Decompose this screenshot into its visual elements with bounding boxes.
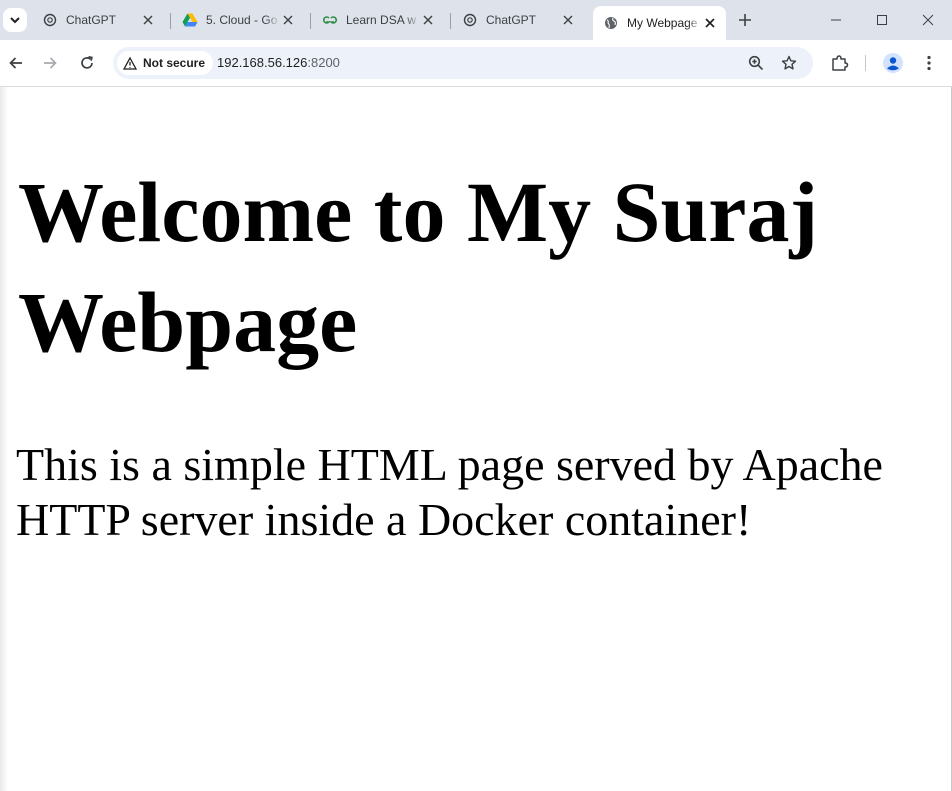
profile-button[interactable] [881,51,905,75]
toolbar-divider [865,55,866,71]
star-icon [781,55,797,70]
close-icon[interactable] [420,12,436,28]
extensions-button[interactable] [828,51,852,75]
bookmark-button[interactable] [779,53,799,73]
tab-title: Learn DSA w [346,13,417,27]
geeksforgeeks-icon [322,12,338,28]
page-content: Welcome to My Suraj Webpage This is a si… [0,87,952,791]
tab-title: 5. Cloud - Go [206,13,278,27]
chatgpt-icon [42,12,58,28]
tab-search-button[interactable] [3,8,27,32]
tab-learn-dsa[interactable]: Learn DSA w [312,6,444,34]
tab-strip: ChatGPT 5. Cloud - Go Learn DSA w ChatGP… [0,0,952,40]
maximize-icon [877,15,887,25]
reload-icon [81,55,93,69]
chevron-down-icon [10,17,20,24]
menu-button[interactable] [917,51,941,75]
tab-my-webpage[interactable]: My Webpage [593,6,726,40]
close-icon[interactable] [140,12,156,28]
close-icon[interactable] [280,12,296,28]
more-vertical-icon [927,55,931,71]
tab-title: ChatGPT [486,13,537,27]
close-icon [922,14,934,26]
arrow-left-icon [9,57,22,69]
page-paragraph: This is a simple HTML page served by Apa… [16,439,883,545]
url-host: 192.168.56.126 [217,55,308,70]
puzzle-icon [832,55,849,71]
url-port: :8200 [307,55,340,70]
tab-separator [310,13,311,29]
maximize-button[interactable] [859,0,905,40]
chatgpt-icon [462,12,478,28]
arrow-right-icon [44,57,57,69]
google-drive-icon [182,12,198,28]
tab-title: My Webpage [627,16,698,30]
address-bar[interactable]: Not secure 192.168.56.126:8200 [113,47,813,79]
window-edge-shadow [0,87,8,791]
warning-icon [123,56,137,70]
zoom-button[interactable] [746,53,766,73]
page-heading: Welcome to My Suraj Webpage [18,164,819,370]
minimize-icon [831,19,841,21]
tab-title: ChatGPT [66,13,117,27]
reload-button[interactable] [75,51,99,75]
close-window-button[interactable] [905,0,951,40]
security-indicator[interactable]: Not secure [117,51,214,75]
tab-chatgpt-1[interactable]: ChatGPT [32,6,164,34]
avatar-icon [883,53,903,73]
back-button[interactable] [4,51,28,75]
url-text[interactable]: 192.168.56.126:8200 [217,55,340,70]
zoom-in-icon [748,55,764,71]
forward-button[interactable] [38,51,62,75]
tab-google-drive[interactable]: 5. Cloud - Go [172,6,304,34]
browser-toolbar: Not secure 192.168.56.126:8200 [0,40,952,87]
plus-icon [739,14,751,26]
tab-chatgpt-2[interactable]: ChatGPT [452,6,584,34]
security-label: Not secure [143,56,206,70]
globe-icon [603,15,619,31]
minimize-button[interactable] [813,0,859,40]
new-tab-button[interactable] [735,10,755,30]
tab-separator [170,13,171,29]
tab-separator [450,13,451,29]
close-icon[interactable] [560,12,576,28]
close-icon[interactable] [702,15,718,31]
